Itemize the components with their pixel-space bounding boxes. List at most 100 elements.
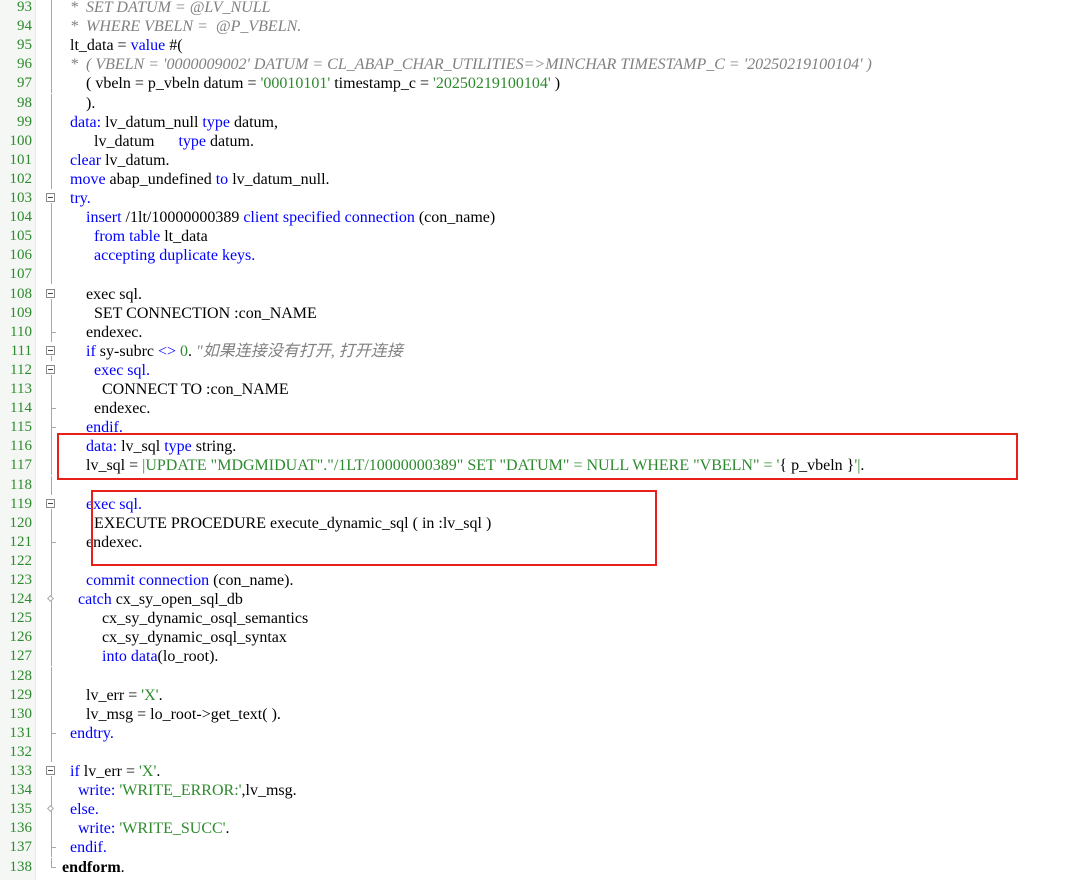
- code-token: to: [215, 170, 229, 188]
- code-line[interactable]: 106 accepting duplicate keys.: [0, 246, 1080, 266]
- code-text[interactable]: endform.: [62, 858, 125, 877]
- code-text[interactable]: lv_err = 'X'.: [62, 686, 163, 705]
- code-line[interactable]: 126 cx_sy_dynamic_osql_syntax: [0, 628, 1080, 648]
- code-line[interactable]: 133 if lv_err = 'X'.: [0, 762, 1080, 781]
- code-text[interactable]: if lv_err = 'X'.: [62, 762, 160, 781]
- code-line[interactable]: 130 lv_msg = lo_root->get_text( ).: [0, 704, 1080, 724]
- code-text[interactable]: exec sql.: [62, 285, 142, 304]
- code-line[interactable]: 120 EXECUTE PROCEDURE execute_dynamic_sq…: [0, 513, 1080, 533]
- collapse-toggle-icon[interactable]: [45, 495, 59, 514]
- code-line[interactable]: 131 endtry.: [0, 723, 1080, 743]
- code-line[interactable]: 114 endexec.: [0, 399, 1080, 419]
- code-line[interactable]: 135 else.: [0, 800, 1080, 820]
- code-line[interactable]: 113 CONNECT TO :con_NAME: [0, 380, 1080, 399]
- code-text[interactable]: try.: [62, 189, 91, 208]
- code-text[interactable]: endexec.: [62, 399, 150, 418]
- code-line[interactable]: 96 * ( VBELN = '0000009002' DATUM = CL_A…: [0, 55, 1080, 75]
- code-line[interactable]: 108 exec sql.: [0, 285, 1080, 304]
- code-text[interactable]: cx_sy_dynamic_osql_semantics: [62, 609, 308, 628]
- code-text[interactable]: CONNECT TO :con_NAME: [62, 380, 289, 399]
- code-line[interactable]: 134 write: 'WRITE_ERROR:',lv_msg.: [0, 781, 1080, 801]
- code-token: accepting duplicate keys.: [62, 247, 256, 265]
- code-line[interactable]: 99 data: lv_datum_null type datum,: [0, 112, 1080, 132]
- code-line[interactable]: 111 if sy-subrc <> 0. "如果连接没有打开, 打开连接: [0, 342, 1080, 361]
- code-text[interactable]: SET CONNECTION :con_NAME: [62, 304, 317, 323]
- code-line[interactable]: 137 endif.: [0, 838, 1080, 858]
- code-line[interactable]: 117 lv_sql = |UPDATE "MDGMIDUAT"."/1LT/1…: [0, 456, 1080, 476]
- code-line[interactable]: 136 write: 'WRITE_SUCC'.: [0, 819, 1080, 839]
- code-line[interactable]: 121 endexec.: [0, 532, 1080, 552]
- code-text[interactable]: lt_data = value #(: [62, 36, 183, 55]
- code-text[interactable]: * ( VBELN = '0000009002' DATUM = CL_ABAP…: [62, 55, 872, 74]
- code-text[interactable]: lv_sql = |UPDATE "MDGMIDUAT"."/1LT/10000…: [62, 456, 864, 475]
- code-text[interactable]: else.: [62, 800, 99, 819]
- abap-code-editor[interactable]: 93 * SET DATUM = @LV_NULL 94 * WHERE VBEL…: [0, 0, 1080, 880]
- code-line[interactable]: 125 cx_sy_dynamic_osql_semantics: [0, 609, 1080, 629]
- code-line[interactable]: 123 commit connection (con_name).: [0, 571, 1080, 590]
- code-text[interactable]: endif.: [62, 418, 123, 437]
- code-text[interactable]: * SET DATUM = @LV_NULL: [62, 0, 271, 17]
- code-line[interactable]: 103 try.: [0, 189, 1080, 208]
- code-line[interactable]: 115 endif.: [0, 418, 1080, 438]
- code-line[interactable]: 138 endform.: [0, 857, 1080, 877]
- code-line[interactable]: 107: [0, 265, 1080, 285]
- code-line[interactable]: 112 exec sql.: [0, 361, 1080, 380]
- collapse-toggle-icon[interactable]: [45, 285, 59, 304]
- code-line[interactable]: 116 data: lv_sql type string.: [0, 437, 1080, 457]
- code-line[interactable]: 98 ).: [0, 93, 1080, 113]
- collapse-toggle-icon[interactable]: [45, 189, 59, 208]
- code-line[interactable]: 102 move abap_undefined to lv_datum_null…: [0, 169, 1080, 189]
- code-text[interactable]: ( vbeln = p_vbeln datum = '00010101' tim…: [62, 74, 560, 93]
- code-line[interactable]: 118: [0, 475, 1080, 495]
- code-text[interactable]: data: lv_datum_null type datum,: [62, 113, 278, 132]
- code-line[interactable]: 128: [0, 666, 1080, 686]
- code-text[interactable]: endexec.: [62, 533, 142, 552]
- code-text[interactable]: write: 'WRITE_ERROR:',lv_msg.: [62, 781, 297, 800]
- code-text[interactable]: insert /1lt/10000000389 client specified…: [62, 208, 495, 227]
- code-line[interactable]: 119 exec sql.: [0, 495, 1080, 514]
- code-text[interactable]: exec sql.: [62, 495, 142, 514]
- code-line[interactable]: 101 clear lv_datum.: [0, 150, 1080, 170]
- code-text[interactable]: lv_msg = lo_root->get_text( ).: [62, 705, 281, 724]
- code-line[interactable]: 132: [0, 742, 1080, 762]
- line-number: 133: [9, 763, 33, 779]
- code-text[interactable]: endexec.: [62, 323, 142, 342]
- code-text[interactable]: exec sql.: [62, 361, 150, 380]
- code-text[interactable]: cx_sy_dynamic_osql_syntax: [62, 628, 287, 647]
- code-text[interactable]: endif.: [62, 838, 107, 857]
- code-text[interactable]: endtry.: [62, 724, 114, 743]
- code-line[interactable]: 104 insert /1lt/10000000389 client speci…: [0, 208, 1080, 228]
- line-number: 94: [17, 18, 32, 35]
- code-line[interactable]: 110 endexec.: [0, 322, 1080, 342]
- code-text[interactable]: clear lv_datum.: [62, 151, 170, 170]
- code-line[interactable]: 93 * SET DATUM = @LV_NULL: [0, 0, 1080, 17]
- code-line[interactable]: 95 lt_data = value #(: [0, 36, 1080, 56]
- code-text[interactable]: EXECUTE PROCEDURE execute_dynamic_sql ( …: [62, 514, 491, 533]
- code-text[interactable]: lv_datum type datum.: [62, 132, 254, 151]
- code-text[interactable]: if sy-subrc <> 0. "如果连接没有打开, 打开连接: [62, 342, 403, 361]
- code-text[interactable]: from table lt_data: [62, 227, 208, 246]
- code-line[interactable]: 100 lv_datum type datum.: [0, 131, 1080, 151]
- code-line[interactable]: 129 lv_err = 'X'.: [0, 685, 1080, 705]
- code-line[interactable]: 124 catch cx_sy_open_sql_db: [0, 590, 1080, 610]
- fold-guide-line: [45, 475, 59, 495]
- code-text[interactable]: write: 'WRITE_SUCC'.: [62, 819, 230, 838]
- code-text[interactable]: into data(lo_root).: [62, 647, 218, 666]
- code-text[interactable]: commit connection (con_name).: [62, 571, 293, 590]
- code-line[interactable]: 122: [0, 551, 1080, 571]
- code-text[interactable]: catch cx_sy_open_sql_db: [62, 590, 243, 609]
- code-line[interactable]: 94 * WHERE VBELN = @P_VBELN.: [0, 17, 1080, 37]
- code-line[interactable]: 97 ( vbeln = p_vbeln datum = '00010101' …: [0, 74, 1080, 94]
- line-number: 118: [10, 476, 32, 493]
- code-text[interactable]: ).: [62, 94, 95, 113]
- collapse-toggle-icon[interactable]: [45, 342, 59, 361]
- code-text[interactable]: data: lv_sql type string.: [62, 437, 236, 456]
- code-text[interactable]: * WHERE VBELN = @P_VBELN.: [62, 17, 301, 36]
- collapse-toggle-icon[interactable]: [45, 762, 59, 781]
- code-line[interactable]: 109 SET CONNECTION :con_NAME: [0, 303, 1080, 323]
- code-line[interactable]: 105 from table lt_data: [0, 227, 1080, 247]
- collapse-toggle-icon[interactable]: [45, 361, 59, 380]
- code-text[interactable]: accepting duplicate keys.: [62, 246, 255, 265]
- code-text[interactable]: move abap_undefined to lv_datum_null.: [62, 170, 330, 189]
- code-line[interactable]: 127 into data(lo_root).: [0, 647, 1080, 667]
